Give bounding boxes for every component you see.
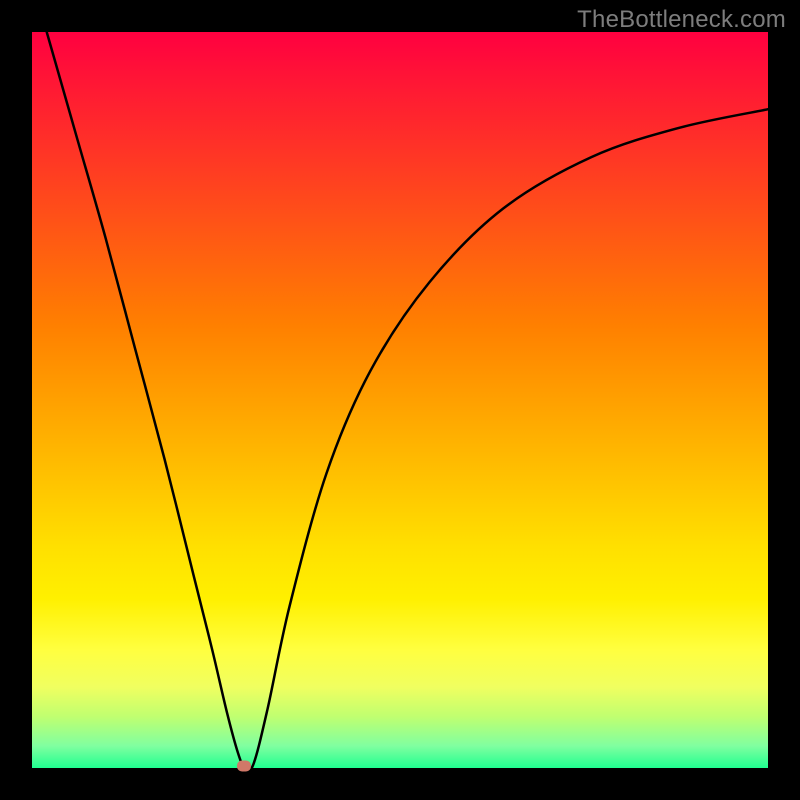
watermark-text: TheBottleneck.com: [577, 6, 786, 34]
chart-plot-area: [32, 32, 768, 768]
chart-frame: TheBottleneck.com: [0, 0, 800, 800]
chart-curve: [32, 32, 768, 768]
chart-min-marker: [237, 760, 251, 771]
